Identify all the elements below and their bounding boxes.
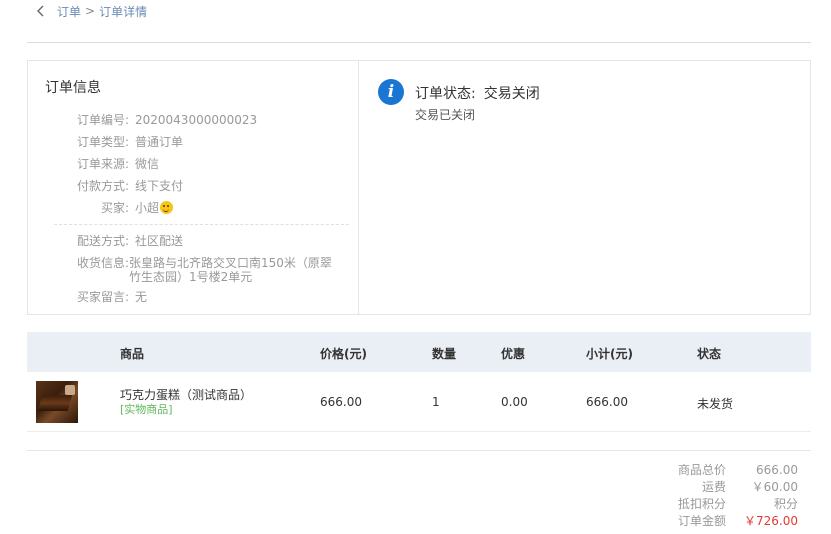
buyer-message-value: 无	[135, 290, 148, 304]
chevron-left-icon[interactable]	[33, 3, 49, 19]
header-status: 状态	[697, 347, 722, 361]
product-discount: 0.00	[501, 395, 528, 409]
buyer-value-wrap: 小超	[129, 197, 358, 219]
buyer-name[interactable]: 小超	[135, 201, 159, 215]
breadcrumb: 订单 > 订单详情	[33, 2, 147, 20]
order-info-panel: 订单信息 订单编号: 2020043000000023 订单类型: 普通订单 订…	[27, 60, 811, 315]
breadcrumb-current: 订单详情	[99, 4, 148, 19]
product-subtotal: 666.00	[586, 395, 628, 409]
header-divider	[27, 42, 811, 43]
order-number-label: 订单编号:	[76, 113, 129, 127]
header-subtotal: 小计(元)	[586, 347, 633, 361]
points-deduction-row: 抵扣积分 积分	[656, 496, 798, 513]
order-status-value: 交易关闭	[483, 86, 540, 102]
goods-total-value: 666.00	[756, 463, 798, 477]
payment-method-value: 线下支付	[135, 179, 184, 193]
goods-total-label: 商品总价	[677, 463, 726, 477]
goods-total-row: 商品总价 666.00	[656, 462, 798, 479]
header-product: 商品	[120, 347, 145, 361]
buyer-row: 买家: 小超	[45, 197, 358, 219]
header-quantity: 数量	[432, 347, 457, 361]
order-status-section: i 订单状态: 交易关闭 交易已关闭	[359, 61, 810, 314]
breadcrumb-orders-link[interactable]: 订单	[57, 3, 81, 20]
info-icon: i	[378, 79, 404, 105]
order-source-label: 订单来源:	[76, 157, 129, 171]
order-summary: 商品总价 666.00 运费 ￥60.00 抵扣积分 积分 订单金额 ￥726.…	[656, 462, 798, 530]
order-type-value: 普通订单	[135, 135, 184, 149]
product-status: 未发货	[697, 397, 734, 411]
payment-method-row: 付款方式: 线下支付	[45, 175, 358, 197]
buyer-message-row: 买家留言: 无	[45, 286, 358, 308]
shipping-fee-label: 运费	[701, 480, 726, 494]
header-discount: 优惠	[501, 347, 526, 361]
order-amount-value: ￥726.00	[744, 514, 798, 528]
shipping-fee-value: ￥60.00	[751, 480, 798, 494]
shipping-address-value: 张皇路与北齐路交叉口南150米（原翠竹生态园）1号楼2单元	[129, 256, 332, 284]
product-thumbnail[interactable]	[36, 381, 78, 423]
order-info-section: 订单信息 订单编号: 2020043000000023 订单类型: 普通订单 订…	[28, 61, 359, 314]
goods-table: 商品 价格(元) 数量 优惠 小计(元) 状态 巧克力蛋糕（测试商品） [实物商…	[27, 332, 811, 432]
table-row: 巧克力蛋糕（测试商品） [实物商品] 666.00 1 0.00 666.00 …	[27, 372, 811, 432]
delivery-method-value: 社区配送	[135, 234, 184, 248]
points-deduction-label: 抵扣积分	[677, 497, 726, 511]
buyer-message-label: 买家留言:	[76, 290, 129, 304]
order-number-row: 订单编号: 2020043000000023	[45, 109, 358, 131]
smiley-emoji-icon	[160, 201, 174, 214]
order-source-value: 微信	[135, 157, 160, 171]
order-status-description: 交易已关闭	[415, 108, 476, 122]
order-amount-row: 订单金额 ￥726.00	[656, 513, 798, 530]
product-type-tag: [实物商品]	[120, 403, 173, 416]
buyer-label: 买家:	[100, 201, 129, 215]
order-amount-label: 订单金额	[677, 514, 726, 528]
order-number-value: 2020043000000023	[135, 113, 258, 127]
shipping-address-row: 收货信息: 张皇路与北齐路交叉口南150米（原翠竹生态园）1号楼2单元	[45, 252, 358, 284]
order-status-label: 订单状态:	[415, 86, 476, 102]
payment-method-label: 付款方式:	[76, 179, 129, 193]
order-type-row: 订单类型: 普通订单	[45, 131, 358, 153]
shipping-address-label: 收货信息:	[76, 256, 129, 270]
header-price: 价格(元)	[320, 347, 367, 361]
delivery-method-row: 配送方式: 社区配送	[45, 230, 358, 252]
breadcrumb-separator: >	[85, 4, 96, 18]
points-deduction-value: 积分	[773, 497, 798, 511]
order-source-row: 订单来源: 微信	[45, 153, 358, 175]
order-type-label: 订单类型:	[76, 135, 129, 149]
product-quantity: 1	[432, 395, 440, 409]
info-dashed-divider	[54, 224, 349, 225]
shipping-fee-row: 运费 ￥60.00	[656, 479, 798, 496]
product-price: 666.00	[320, 395, 362, 409]
order-status-line: 订单状态: 交易关闭	[415, 83, 540, 103]
summary-divider	[27, 450, 811, 451]
goods-table-header: 商品 价格(元) 数量 优惠 小计(元) 状态	[27, 332, 811, 372]
delivery-method-label: 配送方式:	[76, 234, 129, 248]
order-info-title: 订单信息	[45, 80, 101, 96]
